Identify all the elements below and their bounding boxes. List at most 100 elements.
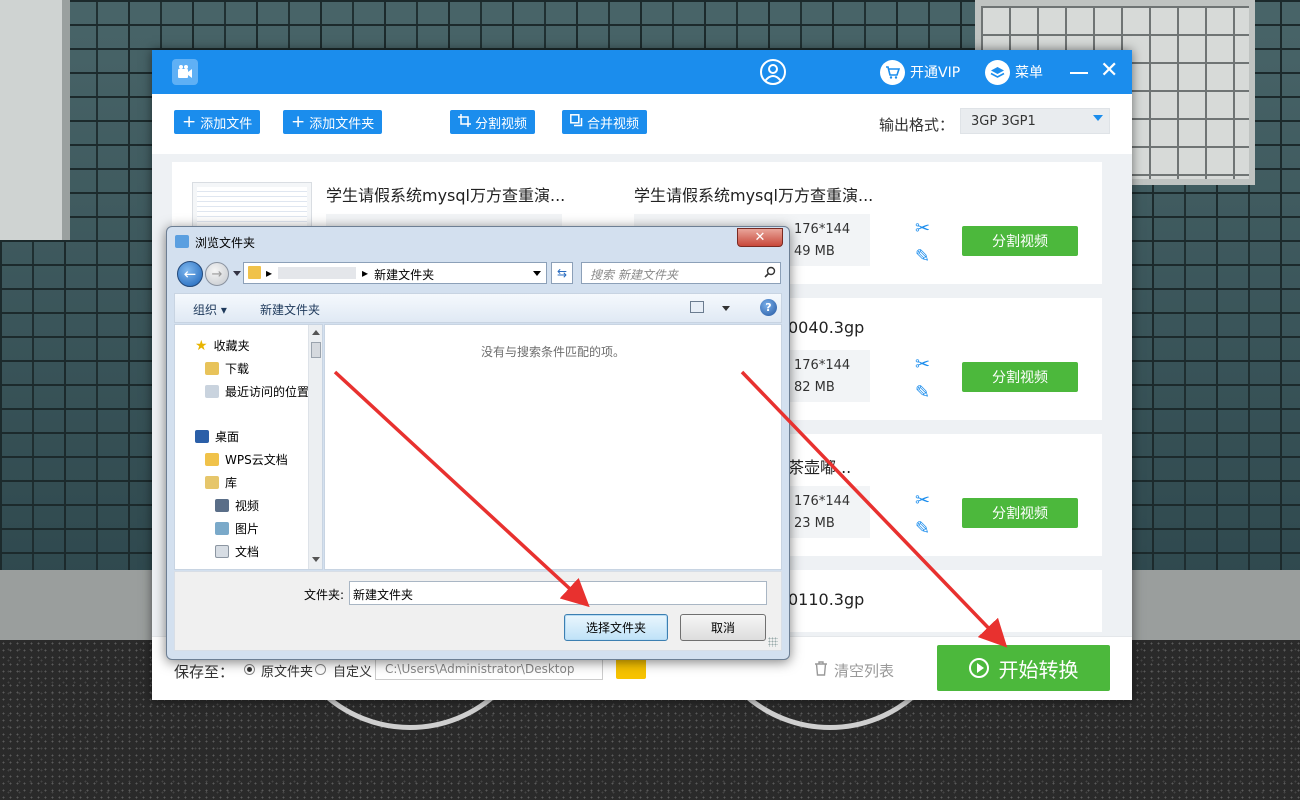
plus-icon: + <box>291 112 306 132</box>
wall-window-frame <box>0 0 70 240</box>
app-titlebar: 开通VIP 菜单 ✕ <box>152 50 1132 94</box>
user-avatar-icon[interactable] <box>760 59 786 85</box>
breadcrumb: ▸ ▸ 新建文件夹 <box>266 266 435 283</box>
output-file-name: 0110.3gp <box>788 590 865 609</box>
search-icon <box>764 266 776 278</box>
command-bar: 组织 ▾ 新建文件夹 ? <box>174 293 782 323</box>
address-bar[interactable]: ▸ ▸ 新建文件夹 <box>243 262 547 284</box>
split-video-card-button[interactable]: 分割视频 <box>962 226 1078 256</box>
desktop-icon <box>195 430 209 443</box>
merge-icon <box>570 113 583 131</box>
nav-item-wps[interactable]: WPS云文档 <box>205 451 288 468</box>
documents-library-icon <box>215 545 229 558</box>
folder-name-input[interactable]: 新建文件夹 <box>349 581 767 605</box>
output-file-name: 0040.3gp <box>788 318 865 337</box>
radio-original-folder[interactable] <box>244 664 255 675</box>
pictures-library-icon <box>215 522 229 535</box>
recent-places-icon <box>205 385 219 398</box>
output-file-name: 茶壶嘟... <box>788 458 852 477</box>
output-file-name: 学生请假系统mysql万方查重演... <box>634 186 874 205</box>
nav-item-desktop[interactable]: 桌面 <box>195 428 239 445</box>
edit-icon[interactable]: ✎ <box>915 382 930 403</box>
organize-menu[interactable]: 组织 ▾ <box>193 301 227 318</box>
split-video-card-button[interactable]: 分割视频 <box>962 362 1078 392</box>
menu-label: 菜单 <box>1015 65 1043 81</box>
nav-item-pictures[interactable]: 图片 <box>215 520 259 537</box>
refresh-icon[interactable]: ⇆ <box>551 262 573 284</box>
output-resolution: 176*144 <box>794 358 851 373</box>
history-dropdown-icon[interactable] <box>233 271 241 276</box>
address-dropdown-icon[interactable] <box>533 271 541 276</box>
menu-button[interactable]: 菜单 <box>985 59 1043 85</box>
output-size: 23 MB <box>794 516 835 531</box>
crop-icon <box>458 113 471 131</box>
back-arrow-icon[interactable]: ← <box>177 261 203 287</box>
scissors-icon[interactable]: ✂ <box>915 218 930 239</box>
output-format-label: 输出格式： <box>879 116 955 134</box>
dialog-footer: 文件夹: 新建文件夹 选择文件夹 取消 <box>174 571 782 651</box>
folder-content-pane[interactable]: 没有与搜索条件匹配的项。 <box>324 324 782 570</box>
folder-icon <box>248 266 261 279</box>
edit-icon[interactable]: ✎ <box>915 518 930 539</box>
scroll-up-icon[interactable] <box>312 330 320 335</box>
nav-item-documents[interactable]: 文档 <box>215 543 259 560</box>
library-icon <box>205 476 219 489</box>
radio-custom-folder[interactable] <box>315 664 326 675</box>
output-size: 82 MB <box>794 380 835 395</box>
output-path-input[interactable]: C:\Users\Administrator\Desktop <box>375 658 603 680</box>
star-icon: ★ <box>195 337 208 354</box>
output-format-select[interactable]: 3GP 3GP1 <box>960 108 1110 134</box>
navigation-pane: ★ 收藏夹 下载 最近访问的位置 桌面 WPS云文档 库 视频 图片 文档 <box>174 324 323 570</box>
scroll-down-icon[interactable] <box>312 557 320 562</box>
new-folder-button[interactable]: 新建文件夹 <box>260 301 320 318</box>
dialog-title: 浏览文件夹 <box>195 236 256 250</box>
nav-item-favorites[interactable]: ★ 收藏夹 <box>195 337 250 354</box>
nav-item-recent[interactable]: 最近访问的位置 <box>205 383 309 400</box>
nav-scrollbar[interactable] <box>308 325 322 569</box>
close-icon[interactable]: ✕ <box>1100 58 1118 84</box>
split-video-button[interactable]: 分割视频 <box>450 110 536 134</box>
scissors-icon[interactable]: ✂ <box>915 490 930 511</box>
nav-item-downloads[interactable]: 下载 <box>205 360 249 377</box>
play-icon <box>968 658 989 678</box>
output-resolution: 176*144 <box>794 494 851 509</box>
download-folder-icon <box>205 362 219 375</box>
view-options-icon[interactable] <box>690 301 704 313</box>
scroll-thumb[interactable] <box>311 342 321 358</box>
edit-icon[interactable]: ✎ <box>915 246 930 267</box>
help-icon[interactable]: ? <box>760 299 777 316</box>
vip-button[interactable]: 开通VIP <box>880 59 960 85</box>
view-dropdown-icon[interactable] <box>722 306 730 311</box>
scissors-icon[interactable]: ✂ <box>915 354 930 375</box>
trash-icon <box>814 661 828 680</box>
source-file-name: 学生请假系统mysql万方查重演... <box>326 186 566 205</box>
dropdown-arrow-icon <box>1093 115 1103 121</box>
breadcrumb-current[interactable]: 新建文件夹 <box>374 266 434 283</box>
custom-folder-label: 自定义 <box>333 665 373 680</box>
clear-list-button[interactable]: 清空列表 <box>814 660 894 681</box>
nav-item-library[interactable]: 库 <box>205 474 237 491</box>
add-folder-button[interactable]: + 添加文件夹 <box>283 110 383 134</box>
forward-arrow-icon[interactable]: → <box>205 262 229 286</box>
resize-grip-icon[interactable] <box>768 637 778 647</box>
save-to-label: 保存至： <box>174 663 235 681</box>
blurred-path <box>278 267 357 279</box>
main-toolbar: + 添加文件 + 添加文件夹 分割视频 合并视频 输出格式： 3GP 3GP1 <box>152 94 1132 154</box>
original-folder-label: 原文件夹 <box>261 665 314 680</box>
output-size: 49 MB <box>794 244 835 259</box>
minimize-icon[interactable] <box>1070 72 1088 74</box>
split-video-card-button[interactable]: 分割视频 <box>962 498 1078 528</box>
cart-icon <box>880 59 905 85</box>
select-folder-button[interactable]: 选择文件夹 <box>564 614 668 641</box>
dialog-close-icon[interactable]: ✕ <box>737 228 783 247</box>
start-convert-button[interactable]: 开始转换 <box>937 645 1110 691</box>
video-library-icon <box>215 499 229 512</box>
search-input[interactable]: 搜索 新建文件夹 <box>581 262 781 284</box>
nav-item-video[interactable]: 视频 <box>215 497 259 514</box>
output-resolution: 176*144 <box>794 222 851 237</box>
folder-field-label: 文件夹: <box>304 588 345 602</box>
dialog-app-icon <box>175 235 189 248</box>
cancel-button[interactable]: 取消 <box>680 614 766 641</box>
merge-video-button[interactable]: 合并视频 <box>562 110 648 134</box>
add-file-button[interactable]: + 添加文件 <box>174 110 261 134</box>
